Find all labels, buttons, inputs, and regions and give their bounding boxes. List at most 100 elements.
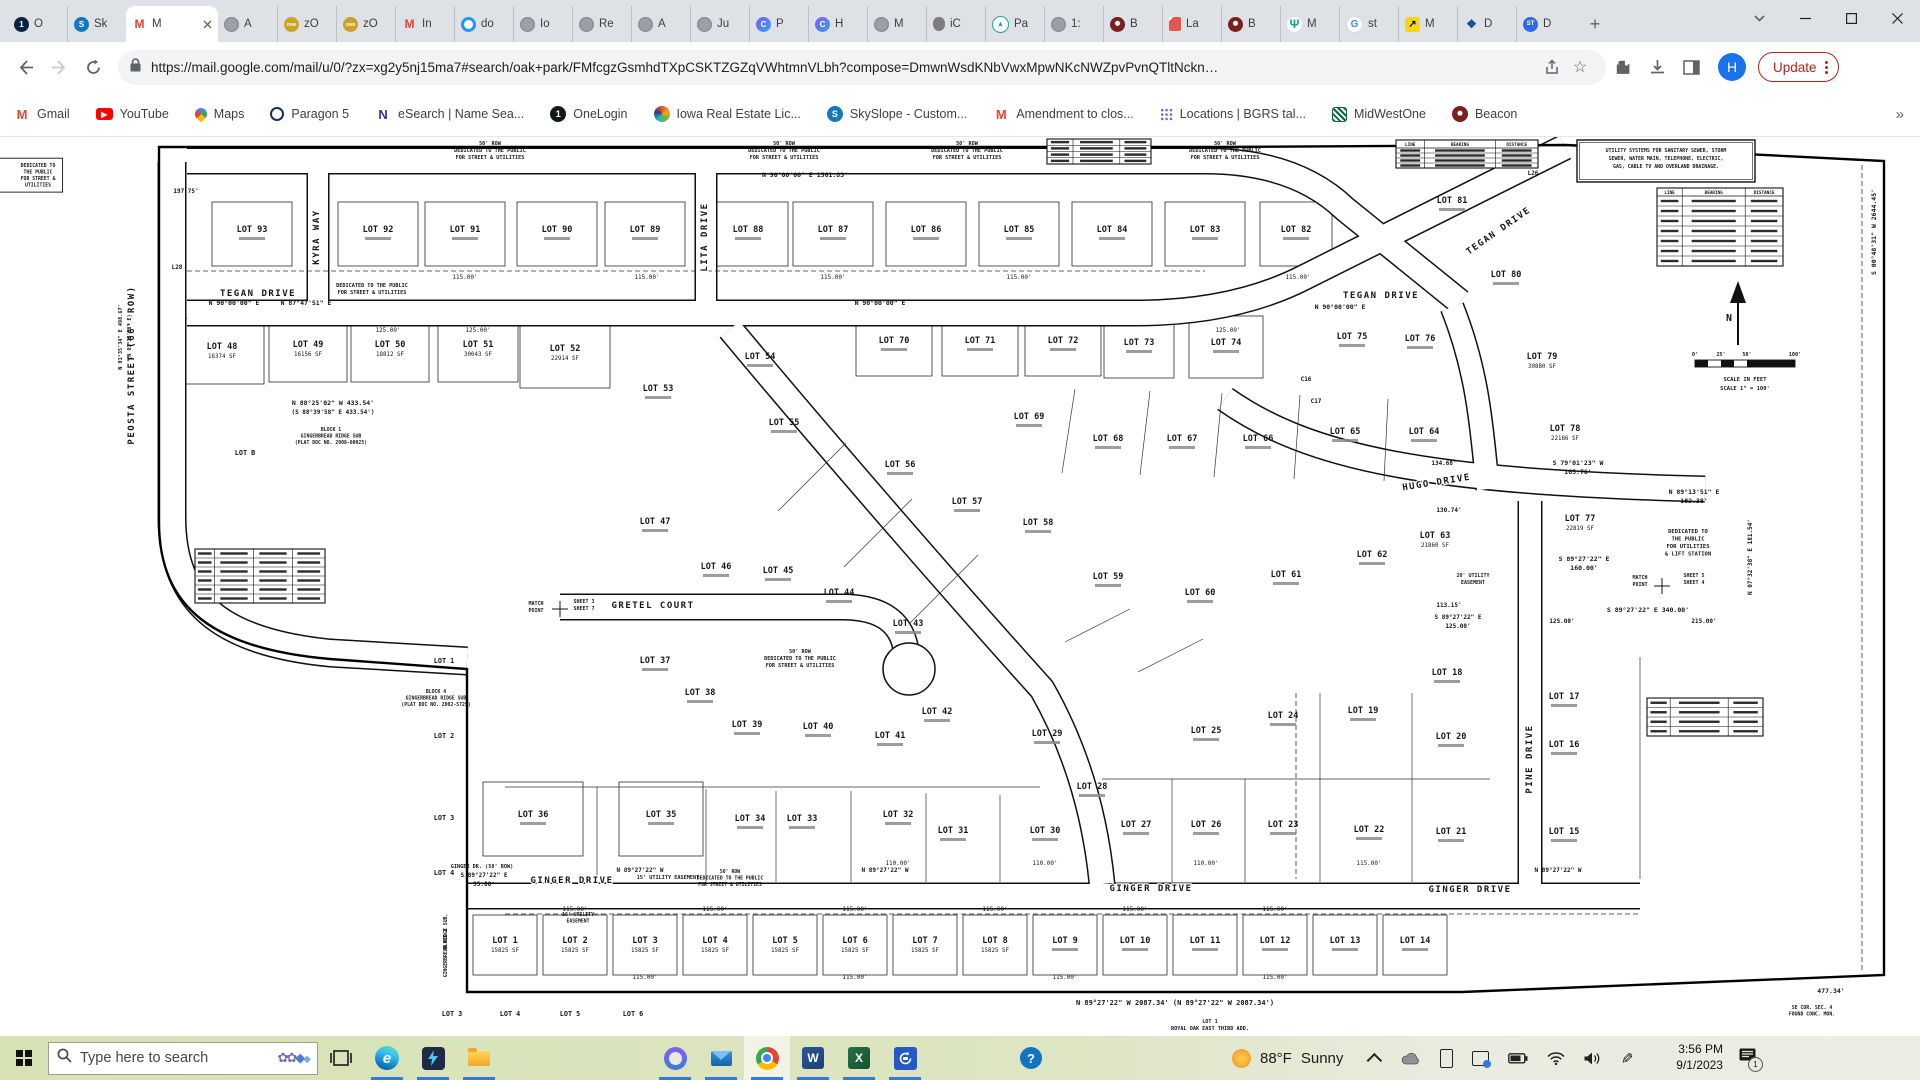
close-tab-icon[interactable] <box>203 20 212 29</box>
midwest-icon <box>1332 107 1347 122</box>
browser-tab[interactable]: ↗M <box>1398 6 1457 42</box>
lot-number: LOT 89 <box>630 225 661 235</box>
bookmark-item[interactable]: Paragon 5 <box>270 107 349 121</box>
browser-tab[interactable]: CP <box>749 6 808 42</box>
tray-app-icon[interactable] <box>1472 1051 1489 1066</box>
gmail-favicon: M <box>132 17 147 32</box>
bookmark-item[interactable]: NeSearch | Name Sea... <box>375 106 524 122</box>
tab-title: 1: <box>1071 18 1081 30</box>
lot-number: LOT 38 <box>685 688 716 698</box>
browser-tab[interactable]: Ju <box>690 6 749 42</box>
map-annotation: DEDICATED TO THE PUBLIC <box>454 148 526 154</box>
browser-tab[interactable]: iC <box>926 6 985 42</box>
browser-tab[interactable]: ❖D <box>1457 6 1516 42</box>
minimize-button[interactable] <box>1782 0 1828 36</box>
browser-tab[interactable]: STD <box>1516 6 1575 42</box>
maximize-button[interactable] <box>1828 0 1874 36</box>
browser-tab[interactable]: Re <box>572 6 631 42</box>
page-content[interactable]: LOT 93LOT 92LOT 91LOT 90LOT 89LOT 88LOT … <box>0 137 1920 1036</box>
explorer-taskbar-icon[interactable] <box>456 1036 502 1080</box>
map-note: SHEET 5SHEET 4 <box>1683 573 1704 586</box>
lot-number: LOT 34 <box>735 814 766 824</box>
browser-tab[interactable]: ONEzO <box>277 6 336 42</box>
browser-tab[interactable]: B <box>1103 6 1162 42</box>
bookmarks-overflow-chevron[interactable]: » <box>1896 106 1904 123</box>
map-annotation: 125.00' <box>1445 623 1470 630</box>
bookmark-item[interactable]: SSkySlope - Custom... <box>827 106 967 122</box>
table-header: BEARING <box>1451 142 1470 148</box>
bookmark-item[interactable]: MidWestOne <box>1332 107 1426 122</box>
bookmark-item[interactable]: MGmail <box>14 106 70 122</box>
browser-tab[interactable]: Gst <box>1339 6 1398 42</box>
address-bar[interactable]: https://mail.google.com/mail/u/0/?zx=xg2… <box>118 50 1606 85</box>
task-view-taskbar-icon[interactable] <box>318 1036 364 1080</box>
bookmark-item[interactable]: 1OneLogin <box>550 106 627 122</box>
cloud-icon[interactable] <box>1401 1052 1421 1065</box>
paragon-icon <box>270 107 284 121</box>
map-annotation: 25' <box>1716 352 1725 358</box>
map-annotation: S 89°27'22" E 340.00' <box>1607 606 1689 614</box>
close-window-button[interactable] <box>1874 0 1920 36</box>
bookmark-star-icon[interactable]: ☆ <box>1566 53 1594 81</box>
browser-tab[interactable]: ΨM <box>1280 6 1339 42</box>
tab-list-chevron-icon[interactable] <box>1736 0 1782 36</box>
profile-avatar[interactable]: H <box>1718 53 1746 81</box>
excel-taskbar-icon[interactable]: X <box>836 1036 882 1080</box>
reload-button[interactable] <box>76 50 110 84</box>
chrome-taskbar-icon[interactable] <box>744 1036 790 1080</box>
browser-tab[interactable]: ▲Pa <box>985 6 1044 42</box>
share-icon[interactable] <box>1538 53 1566 81</box>
side-panel-icon[interactable] <box>1674 50 1708 84</box>
forward-button[interactable] <box>42 50 76 84</box>
browser-tab[interactable]: M <box>867 6 926 42</box>
browser-tab[interactable]: do <box>454 6 513 42</box>
browser-tab[interactable]: 1: <box>1044 6 1103 42</box>
taskbar-search-input[interactable]: Type here to search ✿✿◆◆ <box>48 1042 318 1075</box>
purple-taskbar-icon[interactable] <box>652 1036 698 1080</box>
browser-tab[interactable]: MM <box>126 6 218 42</box>
word-taskbar-icon[interactable]: W <box>790 1036 836 1080</box>
lot-number: LOT 86 <box>911 225 942 235</box>
browser-tab[interactable]: 1O <box>8 6 67 42</box>
volume-icon[interactable] <box>1584 1052 1601 1065</box>
update-button[interactable]: Update <box>1758 52 1839 82</box>
bookmark-item[interactable]: ▶YouTube <box>96 107 169 121</box>
browser-menu-icon[interactable] <box>1825 61 1828 74</box>
taskbar-clock[interactable]: 3:56 PM 9/1/2023 <box>1653 1042 1723 1073</box>
wifi-icon[interactable] <box>1547 1052 1565 1065</box>
back-button[interactable] <box>8 50 42 84</box>
download-icon[interactable] <box>1640 50 1674 84</box>
bookmark-item[interactable]: MAmendment to clos... <box>993 106 1133 122</box>
map-note: SE COR. SEC. 4FOUND CONC. MON. <box>1789 1005 1835 1017</box>
browser-tab[interactable]: SSk <box>67 6 126 42</box>
battery-icon[interactable] <box>1508 1053 1528 1064</box>
pen-icon[interactable]: ✎ <box>1620 1049 1633 1067</box>
lot-number: LOT 47 <box>640 517 671 527</box>
browser-tab[interactable]: CH <box>808 6 867 42</box>
bookmark-item[interactable]: Iowa Real Estate Lic... <box>654 106 801 122</box>
map-annotation: 15' UTILITY EASEMENT <box>637 875 699 881</box>
browser-tab[interactable]: La <box>1162 6 1221 42</box>
chevron-up-icon[interactable] <box>1371 1053 1382 1064</box>
bookmark-item[interactable]: Maps <box>195 107 245 121</box>
bing-daily-image[interactable]: ✿✿◆◆ <box>278 1050 310 1066</box>
browser-tab[interactable]: A <box>631 6 690 42</box>
mail-taskbar-icon[interactable] <box>698 1036 744 1080</box>
help-taskbar-icon[interactable]: ? <box>1008 1036 1054 1080</box>
new-tab-button[interactable]: + <box>1581 10 1609 38</box>
bookmark-item[interactable]: Locations | BGRS tal... <box>1160 107 1306 121</box>
browser-tab[interactable]: B <box>1221 6 1280 42</box>
browser-tab[interactable]: A <box>218 6 277 42</box>
notification-center-icon[interactable]: 1 <box>1739 1048 1756 1068</box>
browser-tab[interactable]: MIn <box>395 6 454 42</box>
bookmark-item[interactable]: Beacon <box>1452 106 1517 122</box>
browser-tab[interactable]: Io <box>513 6 572 42</box>
bolt-taskbar-icon[interactable] <box>410 1036 456 1080</box>
edge-taskbar-icon[interactable]: e <box>364 1036 410 1080</box>
sync-taskbar-icon[interactable] <box>882 1036 928 1080</box>
start-button[interactable] <box>0 1036 48 1080</box>
taskbar-weather-widget[interactable]: 88°F Sunny <box>1232 1049 1343 1068</box>
extensions-puzzle-icon[interactable] <box>1606 50 1640 84</box>
phone-icon[interactable] <box>1440 1049 1453 1068</box>
browser-tab[interactable]: ONEzO <box>336 6 395 42</box>
